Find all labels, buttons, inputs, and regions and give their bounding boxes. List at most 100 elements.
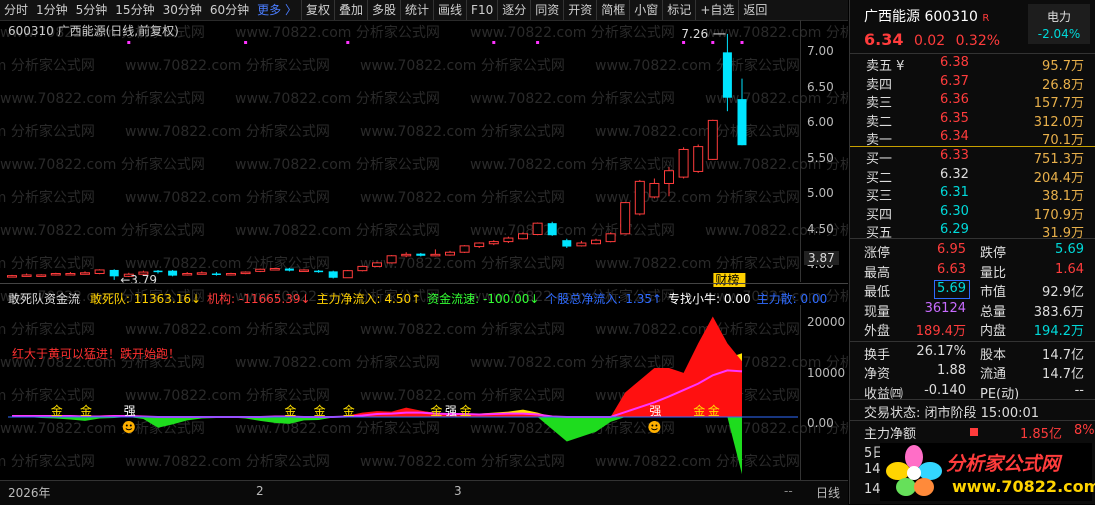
stat-sz: 92.9亿 [1042,285,1084,300]
indicator-tick: 10000 [807,366,846,380]
level-label: 买二 [866,170,893,186]
logo-title: 分析家公式网 [946,453,1061,475]
candle-body [459,245,470,253]
candle-body [372,262,382,267]
toolbar-6[interactable]: 更多 〉 [253,0,301,20]
flag-badge: R [982,13,990,24]
signal-dot [536,41,540,44]
flower-logo-icon [886,445,942,496]
price-tick: 5.50 [807,150,834,165]
gold-label: 金 [430,403,442,418]
bid-row[interactable]: 买四 6.30 170.9万 [850,204,1095,223]
ask-row[interactable]: 卖三 6.36 157.7万 [850,92,1095,111]
candle-body [518,233,528,240]
toolbar-10[interactable]: 统计 [400,0,433,20]
candle-body [576,242,587,247]
price-tick: 5.00 [807,186,834,201]
red-area [12,316,742,417]
toolbar-11[interactable]: 画线 [433,0,466,20]
period-label[interactable]: 日线 [816,484,840,501]
toolbar-4[interactable]: 30分钟 [159,0,206,20]
candle-body [401,253,412,257]
toolbar-20[interactable]: 返回 [738,0,771,20]
toolbar-0[interactable]: 分时 [0,0,32,20]
bid-row[interactable]: 买二 6.32 204.4万 [850,167,1095,186]
stat-pe: -- [1074,382,1084,398]
candle-body [430,253,441,257]
stat-zg_l: 最高 [864,265,891,281]
kline-chart[interactable]: 7.26←3.79 财榜金金金金金金金金金强强强 [0,20,848,482]
level-price: 6.29 [940,222,969,238]
green-area [12,417,742,475]
candle-body [386,255,397,264]
candle-body [255,268,266,272]
ask-row[interactable]: 卖四 6.37 26.8万 [850,74,1095,93]
toolbar-3[interactable]: 15分钟 [111,0,158,20]
toolbar-15[interactable]: 开资 [563,0,596,20]
stat-zt: 6.95 [937,242,966,257]
stat-zd_l: 最低 [864,285,891,300]
price-pct: 0.32% [955,33,1001,49]
indicator-name[interactable]: 敢死队资金流 [8,292,80,306]
toolbar-9[interactable]: 多股 [367,0,400,20]
readout-4: 个股总净流入: 1.35↑ [545,292,663,306]
toolbar-7[interactable]: 复权 [300,0,334,20]
toolbar-12[interactable]: F10 [466,0,497,20]
gold-label: 金 [708,403,720,418]
main-net-pct: 8% [1074,423,1095,438]
toolbar-8[interactable]: 叠加 [333,0,367,20]
toolbar-1[interactable]: 1分钟 [32,0,72,20]
level-price: 6.33 [940,148,969,163]
toolbar-17[interactable]: 小窗 [629,0,662,20]
readout-2: 主力净流入: 4.50↑ [316,292,422,306]
scroll-arrow-icon[interactable]: -- [784,484,793,498]
stat-lb: 1.64 [1055,261,1084,277]
site-logo: 分析家公式网 www.70822.com [880,443,1095,501]
stat-lb_l: 量比 [980,265,1007,281]
candle-body [36,274,47,277]
pane-divider[interactable] [0,283,848,284]
stat-dt: 5.69 [1055,242,1084,257]
toolbar-13[interactable]: 逐分 [497,0,530,20]
level-label: 卖二 [866,114,893,130]
toolbar-2[interactable]: 5分钟 [72,0,112,20]
stock-code: 600310 [924,9,978,25]
signal-dot [711,41,715,44]
high-label: 7.26 [681,27,708,41]
candle-body [562,240,572,247]
gold-label: 金 [343,403,355,418]
toolbar-19[interactable]: +自选 [695,0,738,20]
date-axis: 2026年 2 3 -- 日线 [0,480,848,505]
net-flow-swatch [970,428,978,436]
candle-body [65,272,76,276]
strong-label: 强 [649,404,661,418]
level-price: 6.34 [940,129,969,145]
ask-row[interactable]: 卖二 6.35 312.0万 [850,111,1095,130]
signal-dot [492,41,496,44]
date-label-year: 2026年 [8,486,51,500]
level-price: 6.32 [940,166,969,182]
candle-body [7,275,17,278]
toolbar-14[interactable]: 同资 [530,0,563,20]
toolbar-18[interactable]: 标记 [662,0,695,20]
level-volume: 157.7万 [1033,96,1084,112]
strong-label: 强 [445,404,457,418]
stat-wp_l: 外盘 [864,324,891,339]
date-label-feb: 2 [256,484,264,498]
last-price: 6.34 [864,30,904,49]
bid-row[interactable]: 买一 6.33 751.3万 [850,148,1095,167]
bid-row[interactable]: 买三 6.31 38.1万 [850,185,1095,204]
gold-label: 金 [460,403,472,418]
gold-label: 金 [314,403,326,418]
sector-box[interactable]: 电力 -2.04% [1028,4,1090,44]
candle-body [707,119,718,160]
toolbar-16[interactable]: 简框 [596,0,629,20]
toolbar-5[interactable]: 60分钟 [206,0,253,20]
smiley-eye [125,424,128,427]
price-tick: 6.50 [807,79,834,94]
signal-dot [346,41,350,44]
ask-row[interactable]: 卖五 ¥ 6.38 95.7万 [850,55,1095,74]
main-net-value: 1.85亿 [1020,427,1062,442]
candle-body [357,265,368,272]
stat-wp: 189.4万 [915,324,966,339]
